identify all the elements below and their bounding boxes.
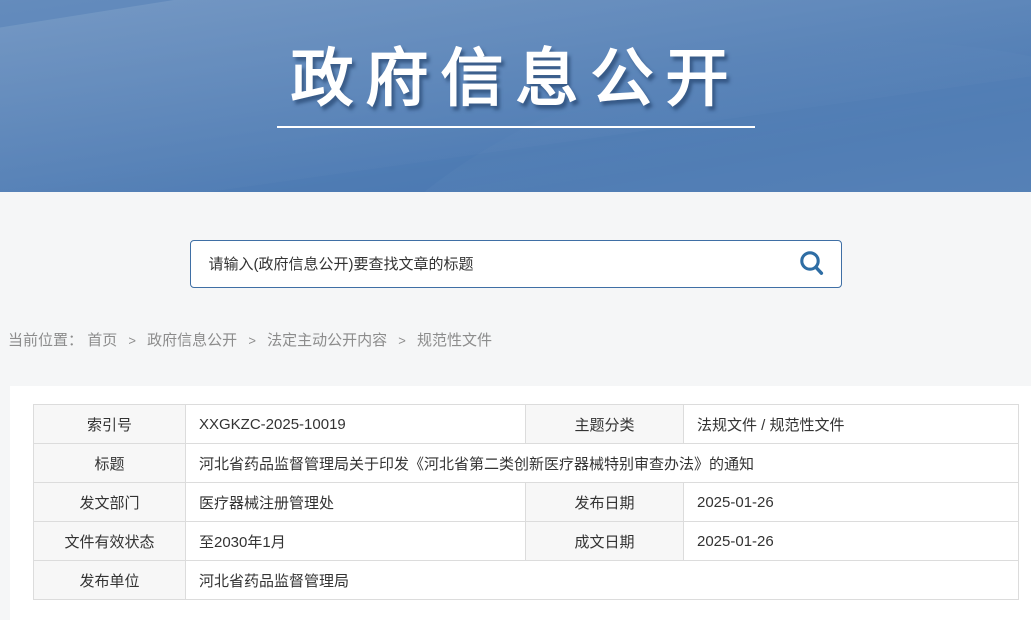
search-box	[190, 240, 842, 288]
table-row: 发布单位 河北省药品监督管理局	[34, 561, 1019, 600]
breadcrumb-item-statutory-content[interactable]: 法定主动公开内容	[267, 332, 387, 349]
magnifier-icon	[797, 248, 827, 281]
breadcrumb-separator: >	[398, 333, 406, 348]
label-topic-class: 主题分类	[526, 405, 684, 444]
value-publish-unit: 河北省药品监督管理局	[186, 561, 1019, 600]
label-publish-date: 发布日期	[526, 483, 684, 522]
value-issuing-dept: 医疗器械注册管理处	[186, 483, 526, 522]
breadcrumb-item-home[interactable]: 首页	[87, 332, 117, 349]
breadcrumb: 当前位置： 首页 > 政府信息公开 > 法定主动公开内容 > 规范性文件	[0, 332, 1031, 350]
page-title: 政府信息公开	[0, 28, 1031, 119]
search-button[interactable]	[793, 245, 831, 283]
search-section	[0, 192, 1031, 288]
table-row: 索引号 XXGKZC-2025-10019 主题分类 法规文件 / 规范性文件	[34, 405, 1019, 444]
breadcrumb-prefix: 当前位置：	[8, 332, 83, 349]
content-panel: 索引号 XXGKZC-2025-10019 主题分类 法规文件 / 规范性文件 …	[10, 386, 1031, 620]
value-written-date: 2025-01-26	[684, 522, 1019, 561]
value-index-no: XXGKZC-2025-10019	[186, 405, 526, 444]
page-banner: 政府信息公开	[0, 0, 1031, 192]
search-input[interactable]	[191, 241, 841, 287]
document-info-table: 索引号 XXGKZC-2025-10019 主题分类 法规文件 / 规范性文件 …	[33, 404, 1019, 600]
breadcrumb-separator: >	[128, 333, 136, 348]
label-index-no: 索引号	[34, 405, 186, 444]
value-title: 河北省药品监督管理局关于印发《河北省第二类创新医疗器械特别审查办法》的通知	[186, 444, 1019, 483]
label-title: 标题	[34, 444, 186, 483]
value-topic-class: 法规文件 / 规范性文件	[684, 405, 1019, 444]
breadcrumb-item-info-disclosure[interactable]: 政府信息公开	[147, 332, 237, 349]
breadcrumb-item-normative-documents: 规范性文件	[417, 332, 492, 349]
label-publish-unit: 发布单位	[34, 561, 186, 600]
label-written-date: 成文日期	[526, 522, 684, 561]
table-row: 文件有效状态 至2030年1月 成文日期 2025-01-26	[34, 522, 1019, 561]
banner-underline	[277, 126, 755, 128]
table-row: 发文部门 医疗器械注册管理处 发布日期 2025-01-26	[34, 483, 1019, 522]
table-row: 标题 河北省药品监督管理局关于印发《河北省第二类创新医疗器械特别审查办法》的通知	[34, 444, 1019, 483]
value-validity-status: 至2030年1月	[186, 522, 526, 561]
label-validity-status: 文件有效状态	[34, 522, 186, 561]
label-issuing-dept: 发文部门	[34, 483, 186, 522]
value-publish-date: 2025-01-26	[684, 483, 1019, 522]
breadcrumb-separator: >	[248, 333, 256, 348]
